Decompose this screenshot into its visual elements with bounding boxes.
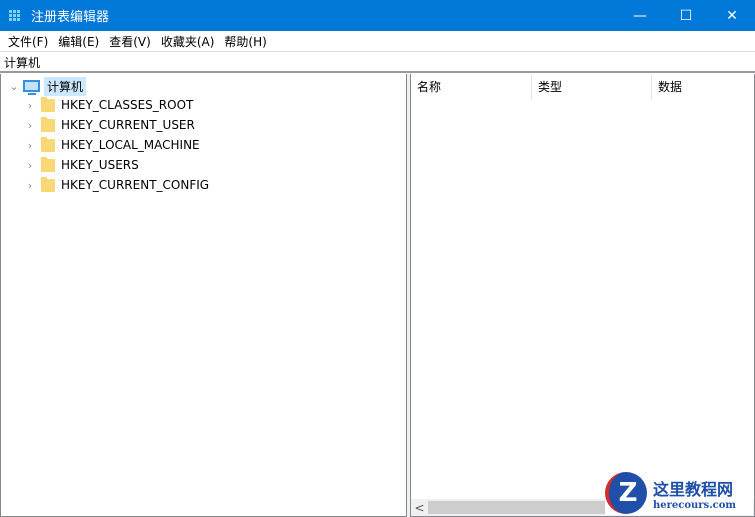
menu-view[interactable]: 查看(V): [104, 33, 156, 50]
tree-pane: ⌄ 计算机 › HKEY_CLASSES_ROOT › HKEY_CURRENT_U…: [0, 74, 407, 517]
values-pane: 名称 类型 数据 <: [410, 74, 755, 517]
menu-help[interactable]: 帮助(H): [219, 33, 271, 50]
close-button[interactable]: ✕: [709, 0, 755, 31]
scrollbar-thumb[interactable]: [428, 501, 608, 514]
chevron-right-icon[interactable]: ›: [23, 119, 37, 132]
folder-icon: [41, 176, 55, 192]
tree-node-hkcc[interactable]: › HKEY_CURRENT_CONFIG: [23, 175, 209, 195]
scroll-left-button[interactable]: <: [411, 501, 428, 515]
tree-node-hkcr[interactable]: › HKEY_CLASSES_ROOT: [23, 95, 193, 115]
watermark-site: herecours.com: [653, 499, 737, 511]
folder-icon: [41, 136, 55, 152]
menu-bar: 文件(F) 编辑(E) 查看(V) 收藏夹(A) 帮助(H): [0, 31, 755, 52]
chevron-down-icon[interactable]: ⌄: [7, 80, 21, 93]
chevron-right-icon[interactable]: ›: [23, 159, 37, 172]
tree-node-label: HKEY_CLASSES_ROOT: [61, 98, 194, 112]
column-type[interactable]: 类型: [532, 74, 652, 100]
chevron-right-icon[interactable]: ›: [23, 179, 37, 192]
folder-icon: [41, 156, 55, 172]
chevron-right-icon[interactable]: ›: [23, 99, 37, 112]
column-data[interactable]: 数据: [652, 74, 754, 100]
watermark-logo: Z: [605, 472, 647, 514]
maximize-button[interactable]: ☐: [663, 0, 709, 31]
address-bar[interactable]: 计算机: [0, 52, 755, 73]
column-name[interactable]: 名称: [411, 74, 532, 100]
computer-icon: [23, 80, 40, 95]
tree-node-label: HKEY_LOCAL_MACHINE: [61, 138, 200, 152]
folder-icon: [41, 96, 55, 112]
tree-node-label: 计算机: [44, 76, 87, 96]
chevron-right-icon[interactable]: ›: [23, 139, 37, 152]
folder-icon: [41, 116, 55, 132]
tree-node-hku[interactable]: › HKEY_USERS: [23, 155, 139, 175]
tree-node-hklm[interactable]: › HKEY_LOCAL_MACHINE: [23, 135, 200, 155]
title-bar: 注册表编辑器 — ☐ ✕: [0, 0, 755, 31]
tree-node-label: HKEY_CURRENT_USER: [61, 118, 195, 132]
tree-node-label: HKEY_USERS: [61, 158, 139, 172]
tree-node-computer[interactable]: ⌄ 计算机: [7, 76, 87, 96]
tree-node-hkcu[interactable]: › HKEY_CURRENT_USER: [23, 115, 195, 135]
tree-node-label: HKEY_CURRENT_CONFIG: [61, 178, 210, 192]
column-headers: 名称 类型 数据: [411, 74, 754, 100]
minimize-button[interactable]: —: [617, 0, 663, 31]
menu-file[interactable]: 文件(F): [3, 33, 53, 50]
menu-edit[interactable]: 编辑(E): [53, 33, 104, 50]
watermark: Z 这里教程网 herecours.com: [605, 471, 753, 515]
watermark-name: 这里教程网: [653, 479, 734, 499]
menu-favorites[interactable]: 收藏夹(A): [156, 33, 220, 50]
window-title: 注册表编辑器: [31, 10, 110, 25]
regedit-app-icon: [9, 9, 23, 22]
